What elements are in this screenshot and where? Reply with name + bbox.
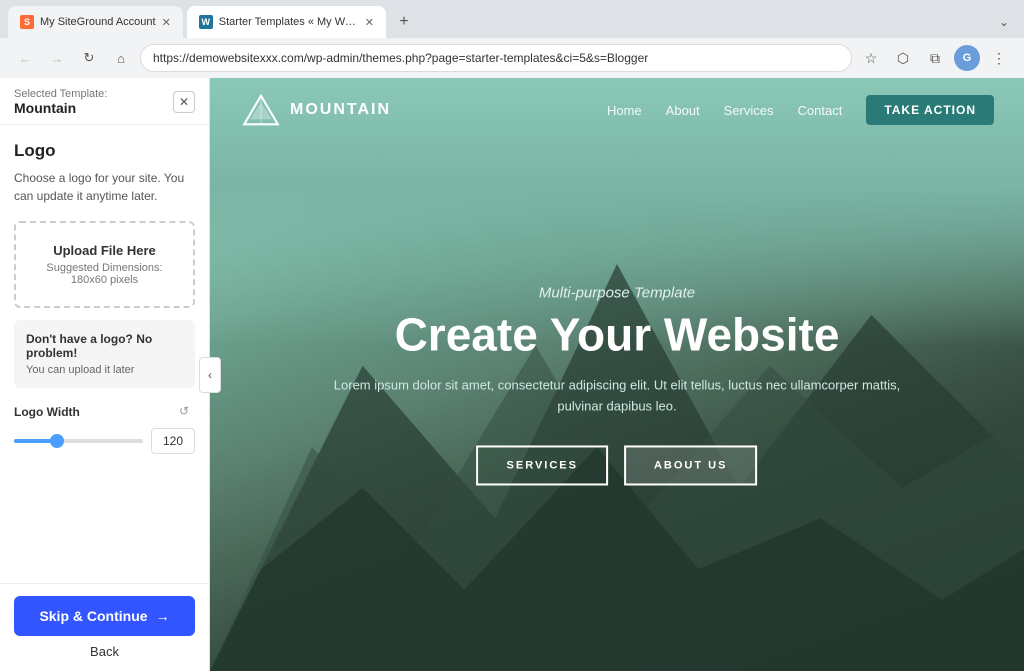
profile-initial: G — [963, 52, 972, 64]
menu-button[interactable]: ⋮ — [986, 45, 1012, 71]
site-nav: MOUNTAIN Home About Services Contact TAK… — [210, 78, 1024, 142]
forward-button[interactable]: → — [44, 45, 70, 71]
hero-subtitle: Multi-purpose Template — [332, 284, 902, 301]
skip-continue-button[interactable]: Skip & Continue → — [14, 596, 195, 636]
no-logo-box: Don't have a logo? No problem! You can u… — [14, 320, 195, 388]
nav-cta-button[interactable]: TAKE ACTION — [866, 95, 994, 125]
main-layout: Selected Template: Mountain ✕ Logo Choos… — [0, 78, 1024, 671]
multiwindow-button[interactable]: ⧉ — [922, 45, 948, 71]
skip-label: Skip & Continue — [39, 608, 147, 624]
nav-link-home[interactable]: Home — [607, 103, 642, 118]
no-logo-title: Don't have a logo? No problem! — [26, 332, 183, 360]
template-name: Mountain — [14, 100, 107, 116]
sidebar-content: Logo Choose a logo for your site. You ca… — [0, 125, 209, 583]
tab-label-siteground: My SiteGround Account — [40, 16, 156, 28]
nav-bar: ← → ↻ ⌂ https://demowebsitexxx.com/wp-ad… — [0, 38, 1024, 78]
site-nav-links: Home About Services Contact TAKE ACTION — [607, 95, 994, 125]
template-label: Selected Template: — [14, 88, 107, 100]
site-logo-icon — [240, 94, 282, 126]
hero-buttons: SERVICES ABOUT US — [332, 445, 902, 485]
sidebar-collapse-button[interactable]: ‹ — [199, 357, 221, 393]
logo-width-reset-icon[interactable]: ↺ — [179, 404, 195, 420]
browser-window: S My SiteGround Account ✕ W Starter Temp… — [0, 0, 1024, 78]
preview-site: MOUNTAIN Home About Services Contact TAK… — [210, 78, 1024, 671]
nav-link-services[interactable]: Services — [724, 103, 774, 118]
tab-close-siteground[interactable]: ✕ — [162, 16, 171, 29]
logo-description: Choose a logo for your site. You can upd… — [14, 169, 195, 205]
tab-favicon-wordpress: W — [199, 15, 213, 29]
skip-arrow-icon: → — [156, 608, 170, 624]
address-text: https://demowebsitexxx.com/wp-admin/them… — [153, 51, 648, 65]
logo-width-section: Logo Width ↺ — [14, 404, 195, 454]
logo-width-label: Logo Width — [14, 405, 80, 419]
about-us-button[interactable]: ABOUT US — [624, 445, 757, 485]
site-logo: MOUNTAIN — [240, 94, 391, 126]
tab-siteground[interactable]: S My SiteGround Account ✕ — [8, 6, 183, 38]
services-button[interactable]: SERVICES — [477, 445, 608, 485]
site-hero: Multi-purpose Template Create Your Websi… — [332, 284, 902, 485]
tab-overflow-button[interactable]: ⌄ — [992, 10, 1016, 34]
tab-label-wordpress: Starter Templates « My Word… — [219, 16, 359, 28]
site-logo-text: MOUNTAIN — [290, 101, 391, 119]
upload-area[interactable]: Upload File Here Suggested Dimensions: 1… — [14, 221, 195, 308]
home-button[interactable]: ⌂ — [108, 45, 134, 71]
logo-width-input[interactable] — [151, 428, 195, 454]
tab-wordpress[interactable]: W Starter Templates « My Word… ✕ — [187, 6, 386, 38]
share-button[interactable]: ⬡ — [890, 45, 916, 71]
logo-width-slider-track[interactable] — [14, 439, 143, 443]
refresh-button[interactable]: ↻ — [76, 45, 102, 71]
upload-hint: Suggested Dimensions: 180x60 pixels — [32, 262, 177, 286]
sidebar-close-button[interactable]: ✕ — [173, 91, 195, 113]
tab-bar: S My SiteGround Account ✕ W Starter Temp… — [0, 0, 1024, 38]
back-button[interactable]: ← — [12, 45, 38, 71]
address-bar[interactable]: https://demowebsitexxx.com/wp-admin/them… — [140, 44, 852, 72]
profile-button[interactable]: G — [954, 45, 980, 71]
sidebar-header: Selected Template: Mountain ✕ — [0, 78, 209, 125]
tab-favicon-siteground: S — [20, 15, 34, 29]
tab-close-wordpress[interactable]: ✕ — [365, 16, 374, 29]
preview-area: MOUNTAIN Home About Services Contact TAK… — [210, 78, 1024, 671]
template-info: Selected Template: Mountain — [14, 88, 107, 116]
logo-width-slider-row — [14, 428, 195, 454]
new-tab-button[interactable]: + — [390, 8, 418, 36]
slider-thumb[interactable] — [50, 434, 64, 448]
sidebar-footer: Skip & Continue → Back — [0, 583, 209, 671]
nav-link-about[interactable]: About — [666, 103, 700, 118]
nav-link-contact[interactable]: Contact — [798, 103, 843, 118]
hero-title: Create Your Website — [332, 309, 902, 360]
back-link[interactable]: Back — [14, 644, 195, 659]
logo-section-title: Logo — [14, 141, 195, 161]
bookmark-button[interactable]: ☆ — [858, 45, 884, 71]
no-logo-sub: You can upload it later — [26, 364, 183, 376]
hero-description: Lorem ipsum dolor sit amet, consectetur … — [332, 376, 902, 418]
sidebar-panel: Selected Template: Mountain ✕ Logo Choos… — [0, 78, 210, 671]
upload-title: Upload File Here — [32, 243, 177, 258]
slider-fill — [14, 439, 53, 443]
logo-width-header: Logo Width ↺ — [14, 404, 195, 420]
